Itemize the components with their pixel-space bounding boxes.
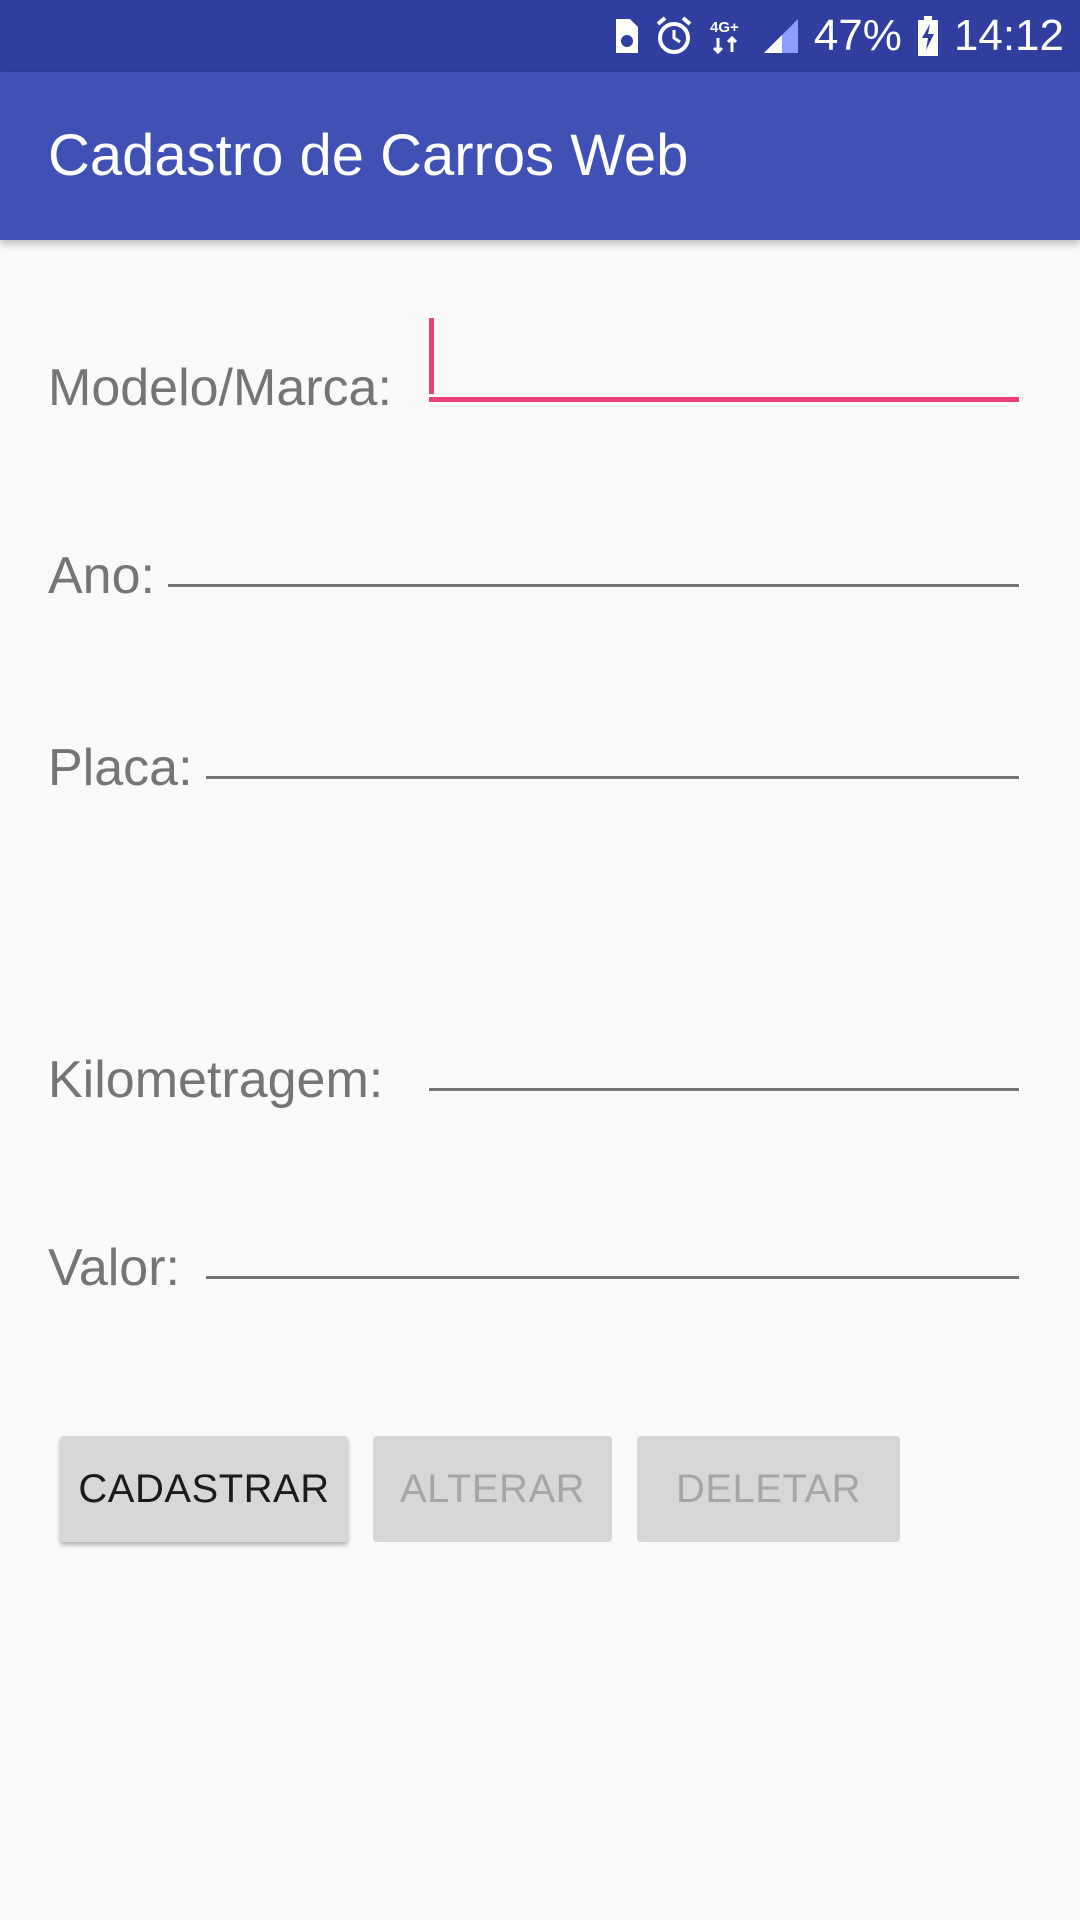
kilometragem-label: Kilometragem: — [48, 1051, 384, 1109]
svg-text:4G+: 4G+ — [710, 19, 739, 36]
valor-label: Valor: — [48, 1239, 180, 1297]
modelo-input[interactable] — [429, 362, 1019, 402]
ano-input[interactable] — [168, 547, 1019, 587]
kilometragem-input[interactable] — [429, 1051, 1019, 1091]
alterar-button[interactable]: ALTERAR — [373, 1436, 612, 1542]
app-toolbar: Cadastro de Carros Web — [0, 72, 1080, 240]
signal-icon — [762, 17, 800, 55]
modelo-label: Modelo/Marca: — [48, 359, 392, 417]
placa-input[interactable] — [206, 739, 1019, 779]
app-title: Cadastro de Carros Web — [48, 123, 689, 188]
status-bar: 4G+ 47% 14:12 — [0, 0, 1080, 72]
battery-percent: 47% — [813, 11, 902, 60]
ano-label: Ano: — [48, 547, 155, 605]
battery-charging-icon — [916, 16, 940, 56]
status-icons: 4G+ 47% 14:12 — [612, 0, 1064, 72]
alarm-icon — [654, 16, 694, 56]
network-4g-icon: 4G+ — [708, 16, 748, 56]
cadastrar-button[interactable]: CADASTRAR — [60, 1436, 348, 1542]
valor-input[interactable] — [206, 1239, 1019, 1279]
deletar-button[interactable]: DELETAR — [637, 1436, 900, 1542]
clock: 14:12 — [953, 11, 1064, 60]
placa-label: Placa: — [48, 739, 193, 797]
sim-card-icon — [612, 17, 640, 55]
